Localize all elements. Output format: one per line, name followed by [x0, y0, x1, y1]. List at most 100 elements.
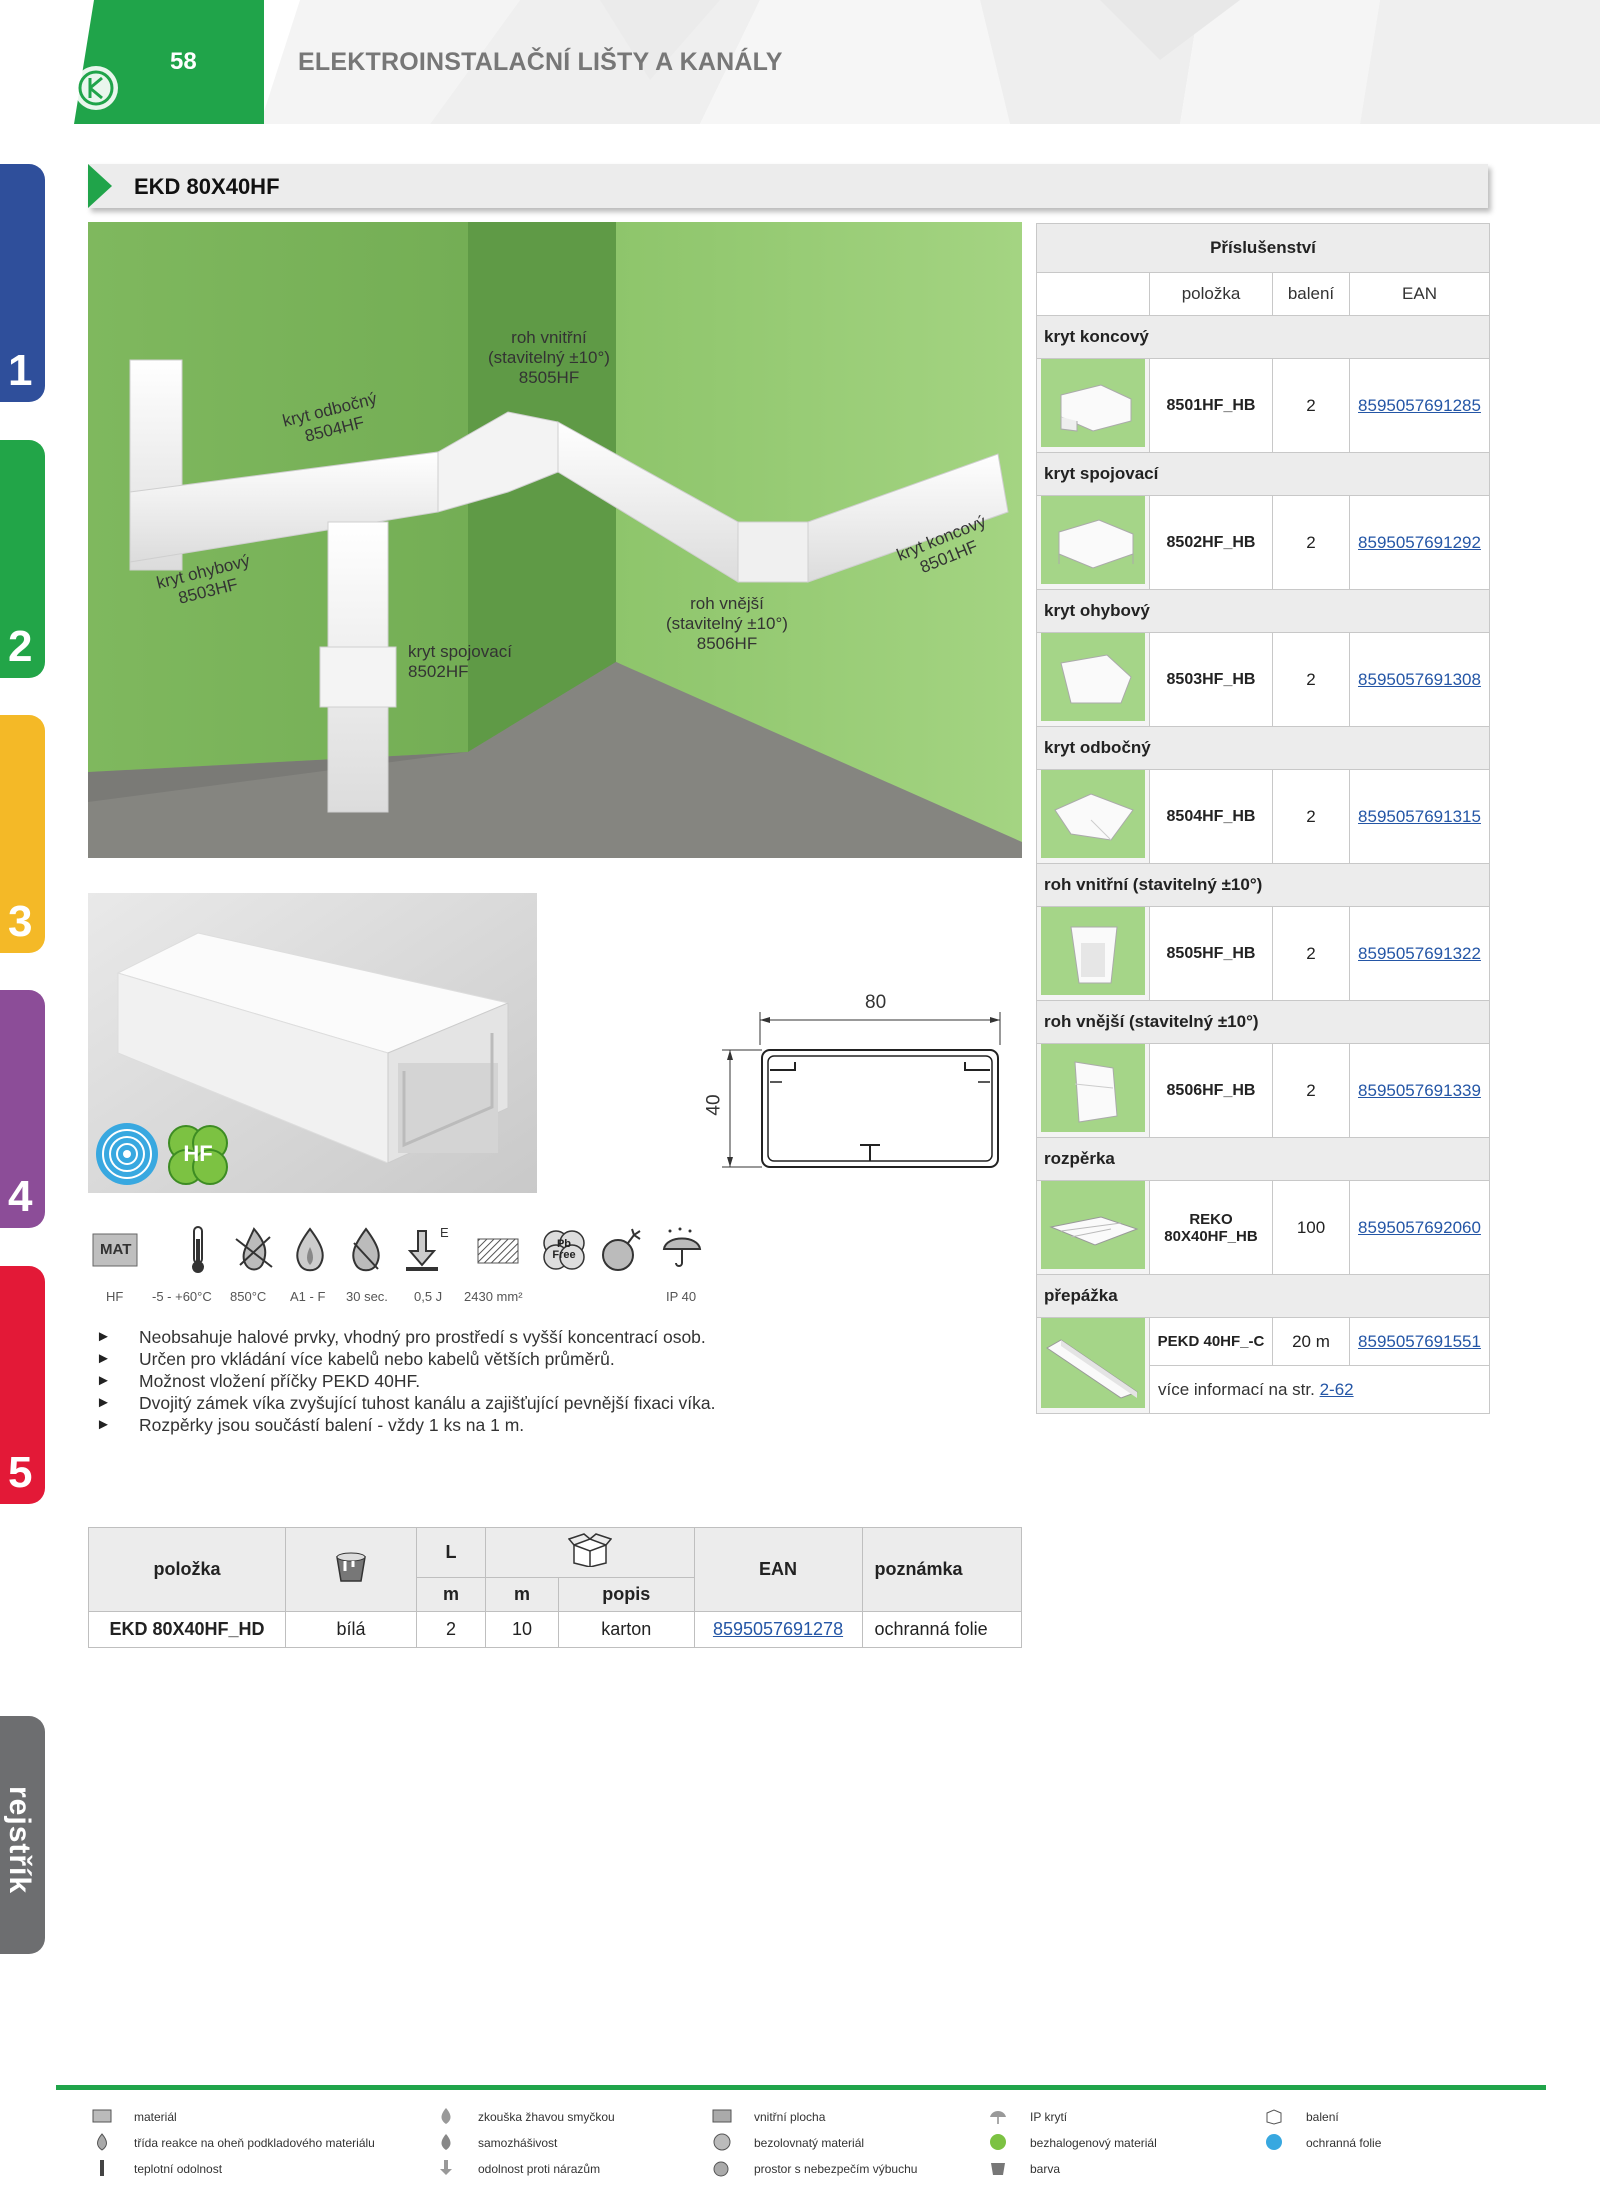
property-fire-class-value: A1 - F [290, 1289, 326, 1304]
accessories-table: Příslušenství položka balení EAN kryt ko… [1036, 223, 1490, 1414]
acc-ean[interactable]: 8595057691339 [1349, 1043, 1490, 1138]
acc-code: 8505HF_HB [1149, 906, 1273, 1001]
legend-label: odolnost proti nárazům [478, 2162, 601, 2176]
label-roh-vnitrni: roh vnitřní (stavitelný ±10°) 8505HF [488, 328, 610, 387]
section-title: EKD 80X40HF [134, 174, 280, 199]
pb-free-legend-icon [712, 2133, 732, 2151]
label-kryt-spojovaci: kryt spojovací 8502HF [408, 642, 512, 681]
acc-item-row: 8506HF_HB 2 8595057691339 [1036, 1043, 1490, 1138]
acc-thumb [1036, 769, 1150, 864]
cell-ean[interactable]: 8595057691278 [693, 1611, 863, 1648]
feature-item: Neobsahuje halové prvky, vhodný pro pros… [96, 1326, 896, 1348]
chapter-tab-3[interactable]: 3 [0, 715, 45, 953]
acc-category: roh vnitřní (stavitelný ±10°) [1036, 863, 1490, 907]
acc-ean[interactable]: 8595057691315 [1349, 769, 1490, 864]
chapter-tab-2[interactable]: 2 [0, 440, 45, 678]
cross-section-drawing: 80 40 [700, 990, 1020, 1180]
index-tab[interactable]: rejstřík [0, 1716, 45, 1954]
box-icon [567, 1533, 613, 1568]
self-extinguish-icon [352, 1227, 380, 1272]
explosion-legend-icon [712, 2159, 732, 2177]
property-self-extinguish-value: 30 sec. [346, 1289, 388, 1304]
acc-code: 8501HF_HB [1149, 358, 1273, 453]
ean-link[interactable]: 8595057691278 [713, 1619, 843, 1639]
temperature-legend-icon [92, 2159, 112, 2177]
col-poznamka: poznámka [861, 1527, 1023, 1612]
box-legend-icon [1264, 2107, 1284, 2125]
legend-label: prostor s nebezpečím výbuchu [754, 2162, 918, 2176]
dimension-height: 40 [703, 1094, 725, 1116]
chapter-tab-4[interactable]: 4 [0, 990, 45, 1228]
col-polozka: položka [88, 1527, 286, 1612]
property-inner-area-value: 2430 mm² [464, 1289, 523, 1304]
cell-polozka: EKD 80X40HF_HD [88, 1611, 286, 1648]
acc-ean[interactable]: 8595057691285 [1349, 358, 1490, 453]
acc-category: kryt koncový [1036, 315, 1490, 359]
property-glow-wire-value: 850°C [230, 1289, 267, 1304]
label-roh-vnejsi: roh vnější (stavitelný ±10°) 8506HF [666, 594, 788, 653]
acc-col-ean: EAN [1349, 272, 1490, 316]
legend-label: barva [1030, 2162, 1061, 2176]
impact-icon: E [400, 1225, 452, 1275]
halogen-free-icon: HF [164, 1121, 232, 1189]
acc-qty: 2 [1272, 906, 1350, 1001]
glow-wire-icon [235, 1227, 273, 1271]
cell-length: 2 [416, 1611, 486, 1648]
acc-code: 8504HF_HB [1149, 769, 1273, 864]
property-temperature-value: -5 - +60°C [152, 1289, 212, 1304]
acc-thumb [1036, 906, 1150, 1001]
more-info-link[interactable]: 2-62 [1320, 1380, 1354, 1399]
chapter-tab-5[interactable]: 5 [0, 1266, 45, 1504]
legend-label: bezolovnatý materiál [754, 2136, 865, 2150]
cell-poznamka: ochranná folie [861, 1611, 1023, 1648]
acc-qty: 20 m [1272, 1317, 1350, 1366]
acc-ean[interactable]: 8595057691322 [1349, 906, 1490, 1001]
acc-thumb [1036, 495, 1150, 590]
acc-ean[interactable]: 8595057691308 [1349, 632, 1490, 727]
acc-category: kryt spojovací [1036, 452, 1490, 496]
self-extinguish-legend-icon [436, 2133, 456, 2151]
inner-area-icon [477, 1238, 519, 1264]
property-ip-value: IP 40 [666, 1289, 697, 1304]
col-ean: EAN [693, 1527, 863, 1612]
glow-wire-legend-icon [436, 2107, 456, 2125]
cell-packaging: 10 [485, 1611, 559, 1648]
feature-item: Určen pro vkládání více kabelů nebo kabe… [96, 1348, 896, 1370]
acc-qty: 2 [1272, 358, 1350, 453]
product-table: položka L EAN poznámka m m popis EKD 80X… [88, 1527, 1023, 1648]
dimension-width: 80 [865, 992, 887, 1013]
inner-area-legend-icon [712, 2107, 732, 2125]
flame-drop-icon [296, 1227, 324, 1272]
acc-item-row: REKO 80X40HF_HB 100 8595057692060 [1036, 1180, 1490, 1275]
col-packaging [485, 1527, 695, 1578]
legend-label: IP krytí [1030, 2110, 1068, 2124]
legend-label: třída reakce na oheň podkladového materi… [134, 2136, 375, 2150]
acc-ean[interactable]: 8595057691292 [1349, 495, 1490, 590]
acc-thumb [1036, 358, 1150, 453]
acc-item-row: 8505HF_HB 2 8595057691322 [1036, 906, 1490, 1001]
acc-thumb [1036, 1180, 1150, 1275]
chapter-tab-1[interactable]: 1 [0, 164, 45, 402]
accessories-title: Příslušenství [1036, 223, 1490, 273]
cell-color: bílá [285, 1611, 417, 1648]
ip-legend-icon [988, 2107, 1008, 2125]
legend-label: bezhalogenový materiál [1030, 2136, 1157, 2150]
acc-category: roh vnější (stavitelný ±10°) [1036, 1000, 1490, 1044]
legend-label: vnitřní plocha [754, 2110, 826, 2124]
acc-col-polozka: položka [1149, 272, 1273, 316]
legend-divider [56, 2085, 1546, 2090]
acc-ean[interactable]: 8595057692060 [1349, 1180, 1490, 1275]
acc-item-row: 8504HF_HB 2 8595057691315 [1036, 769, 1490, 864]
page-number: 58 [170, 48, 197, 75]
acc-thumb [1036, 1043, 1150, 1138]
acc-item-row: 8501HF_HB 2 8595057691285 [1036, 358, 1490, 453]
pb-free-icon: Pb Free [538, 1225, 590, 1275]
material-icon: MAT [92, 1225, 144, 1275]
acc-code: 8503HF_HB [1149, 632, 1273, 727]
legend-label: balení [1306, 2110, 1339, 2124]
legend-label: ochranná folie [1306, 2136, 1382, 2150]
section-title-bar [88, 164, 1488, 208]
acc-ean[interactable]: 8595057691551 [1349, 1317, 1490, 1366]
cell-popis: karton [558, 1611, 695, 1648]
acc-code: PEKD 40HF_-C [1149, 1317, 1273, 1366]
